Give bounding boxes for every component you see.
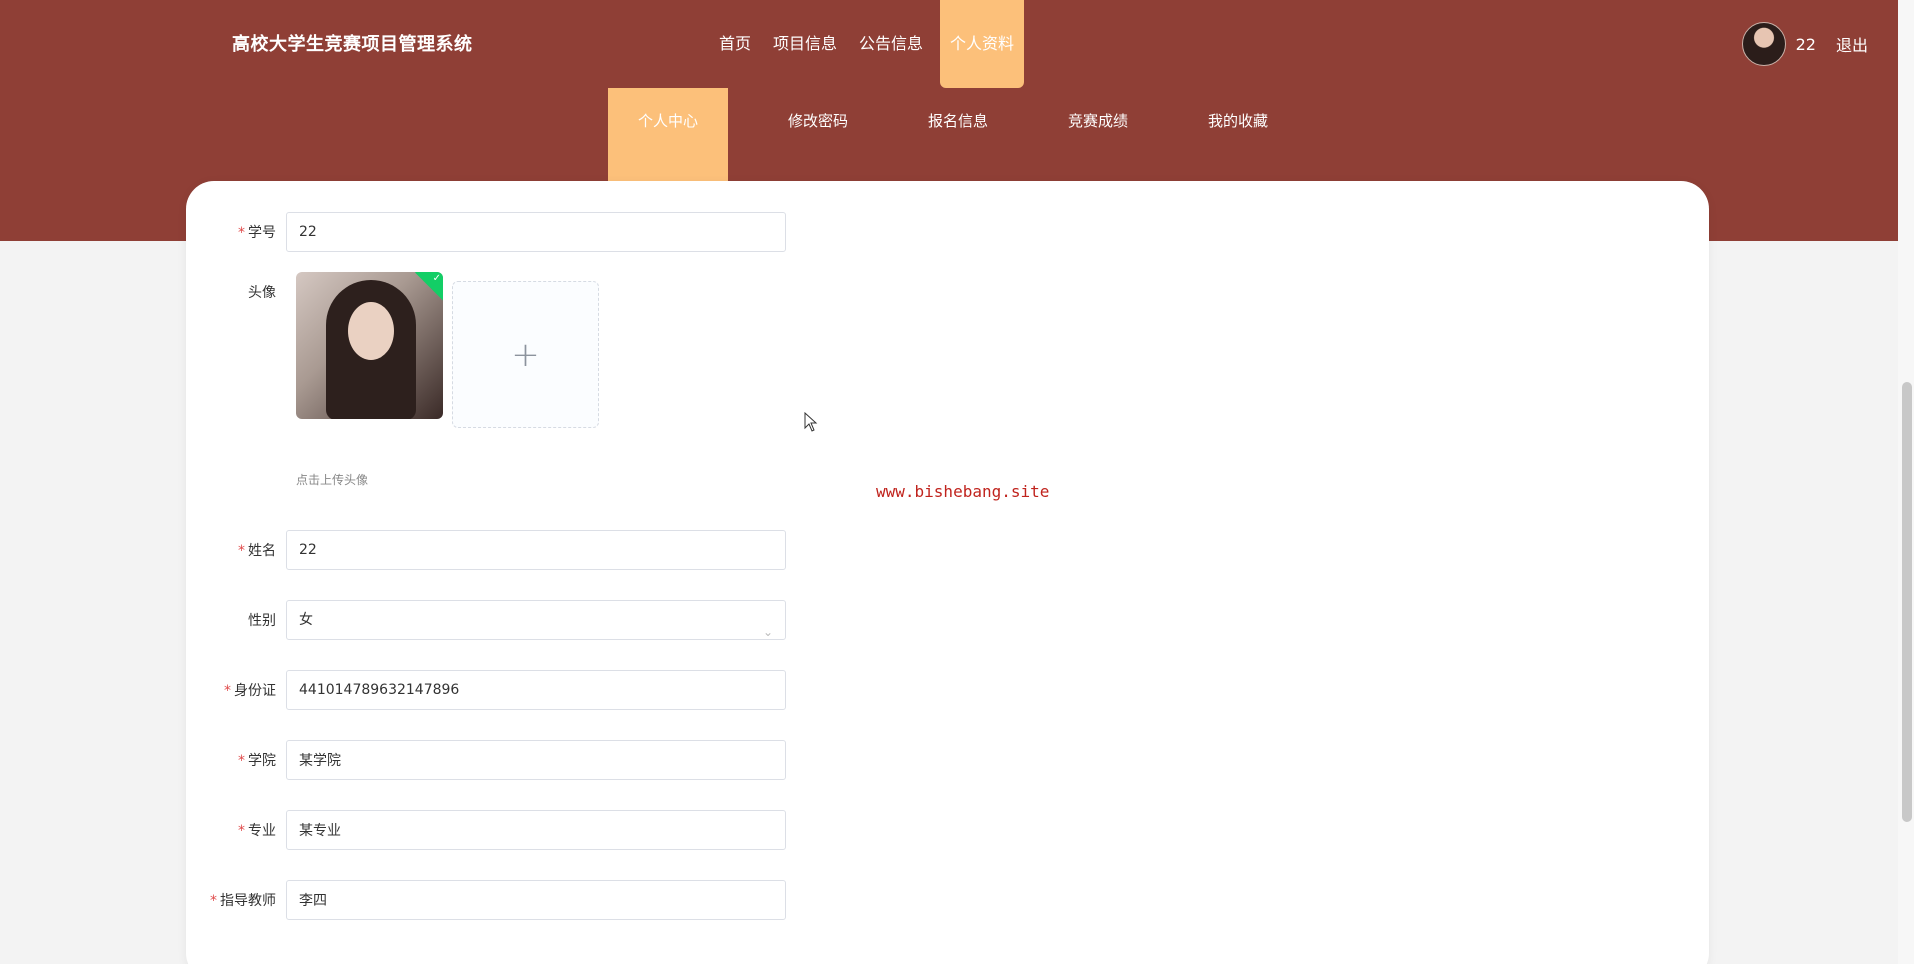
tab-change-password[interactable]: 修改密码 (748, 88, 888, 181)
watermark-text: www.bishebang.site (876, 482, 1050, 501)
avatar-upload-button[interactable]: + (452, 281, 599, 428)
form-row-advisor: * 指导教师 (186, 879, 786, 921)
id-card-label: * 身份证 (224, 683, 276, 699)
name-input[interactable] (286, 530, 786, 570)
major-label: * 专业 (238, 823, 276, 839)
nav-project-info[interactable]: 项目信息 (762, 0, 848, 88)
college-input[interactable] (286, 740, 786, 780)
mouse-cursor-icon (804, 412, 818, 432)
college-label: * 学院 (238, 753, 276, 769)
profile-form-card: *学号 头像 ✓ + 点击上传头像 *姓名 性别 女 ⌄ *身份证 *学院 *专… (186, 181, 1709, 964)
form-row-name: * 姓名 (186, 529, 786, 571)
user-avatar[interactable] (1741, 22, 1786, 66)
tab-personal-center[interactable]: 个人中心 (608, 88, 728, 181)
tab-registration-info[interactable]: 报名信息 (888, 88, 1028, 181)
form-row-college: * 学院 (186, 739, 786, 781)
page-scrollbar[interactable] (1898, 0, 1914, 964)
chevron-down-icon: ⌄ (762, 625, 773, 639)
avatar-preview-image[interactable]: ✓ (296, 272, 443, 419)
student-id-input[interactable] (286, 212, 786, 252)
form-row-id-card: * 身份证 (186, 669, 786, 711)
scrollbar-thumb[interactable] (1902, 382, 1912, 822)
nav-home[interactable]: 首页 (708, 0, 762, 88)
site-title: 高校大学生竞赛项目管理系统 (232, 34, 473, 55)
advisor-label: * 指导教师 (210, 893, 276, 909)
name-label: * 姓名 (238, 543, 276, 559)
username: 22 (1795, 34, 1816, 54)
student-id-label: * 学号 (238, 225, 276, 241)
advisor-input[interactable] (286, 880, 786, 920)
form-row-student-id: * 学号 (186, 211, 786, 253)
id-card-input[interactable] (286, 670, 786, 710)
sub-nav: 个人中心 修改密码 报名信息 竞赛成绩 我的收藏 (608, 88, 1308, 181)
form-row-gender: 性别 女 ⌄ (186, 599, 786, 641)
form-row-avatar: 头像 (186, 271, 286, 313)
upload-tip: 点击上传头像 (296, 473, 369, 487)
gender-label: 性别 (248, 613, 276, 629)
top-nav: 首页 项目信息 公告信息 个人资料 (708, 0, 1025, 88)
gender-value: 女 (299, 612, 313, 628)
tab-my-favorites[interactable]: 我的收藏 (1168, 88, 1308, 181)
form-row-major: * 专业 (186, 809, 786, 851)
avatar-label: 头像 (248, 285, 276, 301)
user-area: 22 退出 (1741, 22, 1868, 66)
plus-icon: + (511, 334, 540, 375)
check-icon: ✓ (432, 273, 441, 284)
nav-announcements[interactable]: 公告信息 (848, 0, 934, 88)
gender-select[interactable]: 女 ⌄ (286, 600, 786, 640)
major-input[interactable] (286, 810, 786, 850)
nav-profile[interactable]: 个人资料 (940, 0, 1025, 88)
tab-competition-results[interactable]: 竞赛成绩 (1028, 88, 1168, 181)
logout-link[interactable]: 退出 (1836, 32, 1868, 56)
